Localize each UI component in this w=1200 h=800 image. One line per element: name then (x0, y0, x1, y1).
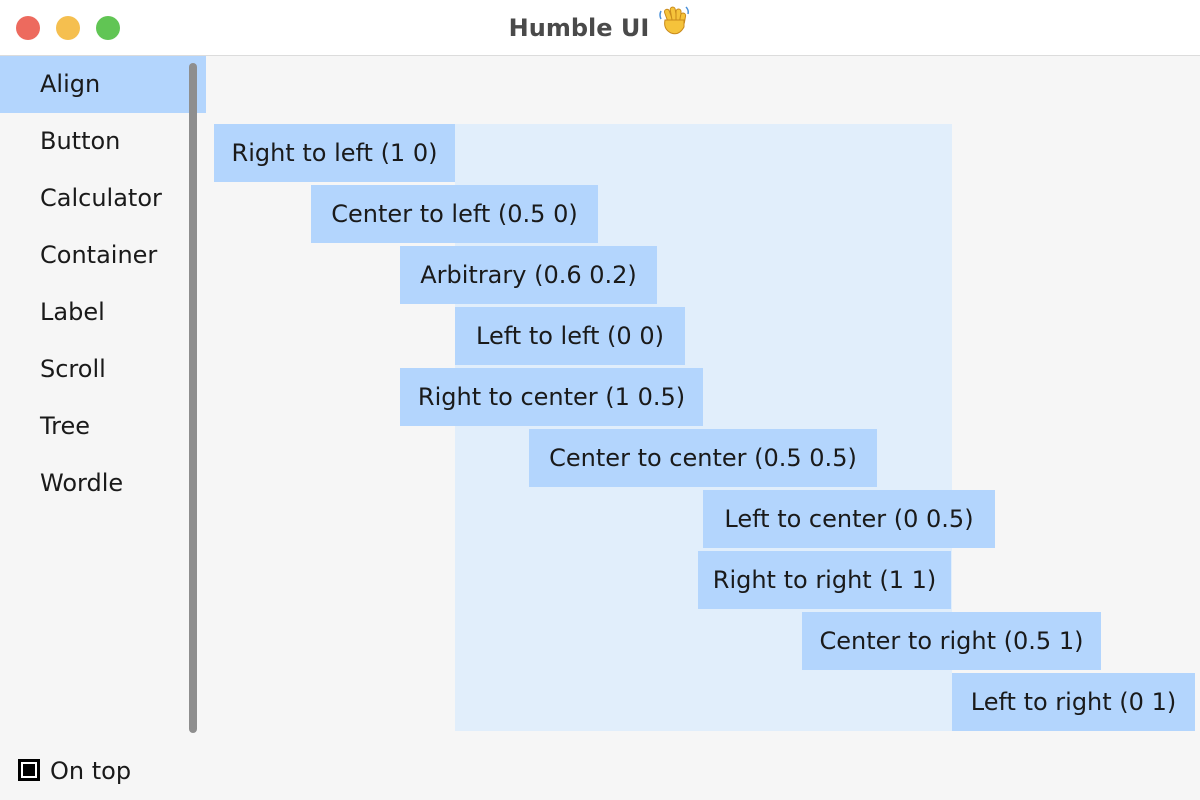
align-label-text: Arbitrary (0.6 0.2) (420, 261, 637, 289)
align-label-text: Right to right (1 1) (712, 566, 937, 594)
sidebar-item-wordle[interactable]: Wordle (0, 455, 206, 512)
sidebar-scrollbar[interactable] (189, 63, 197, 733)
align-label-center-to-left: Center to left (0.5 0) (311, 185, 598, 243)
align-label-text: Left to left (0 0) (476, 322, 664, 350)
on-top-label: On top (50, 757, 132, 785)
align-label-text: Left to right (0 1) (970, 688, 1177, 716)
window-title-text: Humble UI (508, 14, 650, 42)
sidebar-item-label: Tree (40, 412, 91, 440)
sidebar-item-label: Calculator (40, 184, 162, 212)
on-top-checkbox[interactable]: On top (18, 756, 131, 786)
align-label-text: Center to center (0.5 0.5) (549, 444, 857, 472)
sidebar-item-label-demo[interactable]: Label (0, 284, 206, 341)
align-label-text: Center to right (0.5 1) (819, 627, 1084, 655)
sidebar: Align Button Calculator Container Label … (0, 56, 206, 746)
sidebar-item-container[interactable]: Container (0, 227, 206, 284)
align-label-text: Right to left (1 0) (231, 139, 438, 167)
align-label-center-to-center: Center to center (0.5 0.5) (529, 429, 877, 487)
align-label-text: Center to left (0.5 0) (331, 200, 578, 228)
title-bar: Humble UI (0, 0, 1200, 56)
sidebar-item-align[interactable]: Align (0, 56, 206, 113)
align-label-arbitrary: Arbitrary (0.6 0.2) (400, 246, 657, 304)
align-label-text: Left to center (0 0.5) (724, 505, 974, 533)
sidebar-item-calculator[interactable]: Calculator (0, 170, 206, 227)
window-title: Humble UI (0, 0, 1200, 56)
sidebar-item-label: Label (40, 298, 105, 326)
sidebar-item-label: Scroll (40, 355, 106, 383)
waving-hand-icon (657, 1, 691, 57)
checkbox-checked-icon (18, 759, 40, 781)
align-label-right-to-left: Right to left (1 0) (214, 124, 455, 182)
align-label-center-to-right: Center to right (0.5 1) (802, 612, 1101, 670)
align-label-right-to-center: Right to center (1 0.5) (400, 368, 703, 426)
sidebar-item-scroll[interactable]: Scroll (0, 341, 206, 398)
sidebar-item-button[interactable]: Button (0, 113, 206, 170)
align-label-left-to-right: Left to right (0 1) (952, 673, 1195, 731)
sidebar-item-tree[interactable]: Tree (0, 398, 206, 455)
align-label-right-to-right: Right to right (1 1) (698, 551, 951, 609)
sidebar-item-label: Align (40, 70, 101, 98)
align-label-left-to-left: Left to left (0 0) (455, 307, 685, 365)
align-label-left-to-center: Left to center (0 0.5) (703, 490, 995, 548)
sidebar-item-label: Button (40, 127, 121, 155)
sidebar-item-label: Container (40, 241, 158, 269)
align-label-text: Right to center (1 0.5) (417, 383, 686, 411)
sidebar-item-label: Wordle (40, 469, 124, 497)
